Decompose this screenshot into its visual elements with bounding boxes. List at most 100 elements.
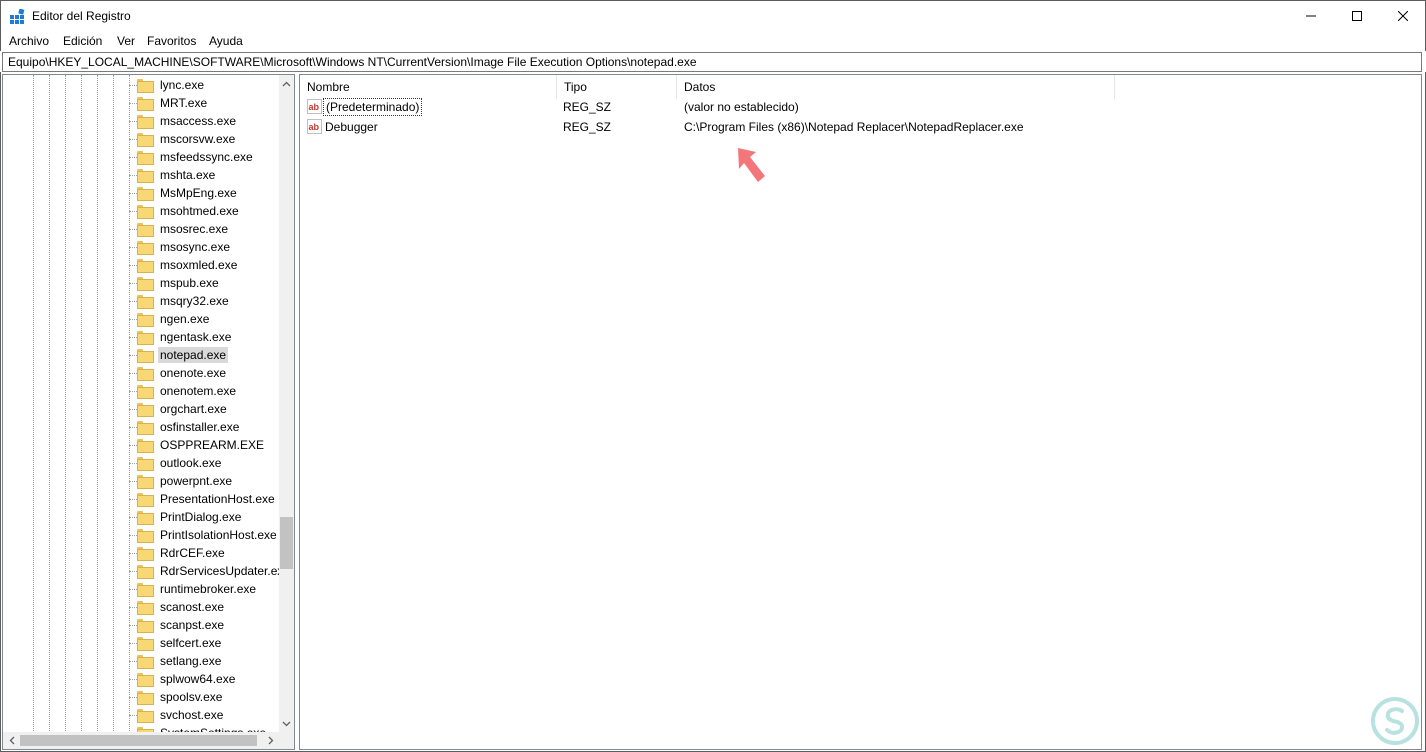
value-data: C:\Program Files (x86)\Notepad Replacer\…: [684, 120, 1024, 134]
table-row[interactable]: ab Debugger REG_SZ C:\Program Files (x86…: [300, 117, 1421, 137]
menu-ver[interactable]: Ver: [117, 34, 135, 48]
value-type: REG_SZ: [563, 120, 612, 134]
tree-item[interactable]: outlook.exe: [137, 454, 223, 472]
tree-item[interactable]: lync.exe: [137, 76, 206, 94]
menu-favoritos[interactable]: Favoritos: [147, 34, 196, 48]
tree-item[interactable]: PrintDialog.exe: [137, 508, 243, 526]
folder-icon: [137, 169, 154, 183]
close-button[interactable]: [1380, 1, 1426, 31]
folder-icon: [137, 475, 154, 489]
column-header-data[interactable]: Datos: [677, 75, 1115, 99]
tree-item-label: lync.exe: [160, 78, 205, 92]
folder-icon: [137, 223, 154, 237]
tree-horizontal-scrollbar[interactable]: [3, 732, 294, 749]
tree-item-label: MRT.exe: [160, 96, 208, 110]
regedit-icon: [10, 9, 25, 24]
tree-item-label: mshta.exe: [160, 168, 216, 182]
tree-item[interactable]: runtimebroker.exe: [137, 580, 258, 598]
address-bar[interactable]: Equipo\HKEY_LOCAL_MACHINE\SOFTWARE\Micro…: [2, 52, 1422, 72]
tree-connector: [129, 553, 137, 554]
tree-connector: [129, 679, 137, 680]
tree-guide-line: [33, 75, 34, 731]
tree-item[interactable]: MsMpEng.exe: [137, 184, 239, 202]
scroll-down-icon[interactable]: [279, 715, 294, 732]
tree-item[interactable]: msosync.exe: [137, 238, 232, 256]
tree-connector: [129, 103, 137, 104]
tree-item-label: msosync.exe: [160, 240, 231, 254]
tree-connector: [129, 427, 137, 428]
table-row[interactable]: ab (Predeterminado) REG_SZ (valor no est…: [300, 97, 1421, 117]
scroll-right-icon[interactable]: [262, 732, 279, 749]
tree-item[interactable]: msohtmed.exe: [137, 202, 241, 220]
tree-item[interactable]: spoolsv.exe: [137, 688, 224, 706]
folder-icon: [137, 79, 154, 93]
tree-item[interactable]: RdrServicesUpdater.exe: [137, 562, 292, 580]
tree-item[interactable]: msaccess.exe: [137, 112, 238, 130]
string-value-icon: ab: [307, 119, 322, 134]
annotation-arrow-icon: [738, 148, 765, 182]
tree-item[interactable]: osfinstaller.exe: [137, 418, 241, 436]
scroll-up-icon[interactable]: [279, 75, 294, 92]
scroll-left-icon[interactable]: [3, 732, 20, 749]
tree-item[interactable]: mshta.exe: [137, 166, 217, 184]
tree-item-label: PresentationHost.exe: [160, 492, 275, 506]
value-data: (valor no establecido): [684, 100, 799, 114]
values-list[interactable]: Nombre Tipo Datos ab (Predeterminado) RE…: [299, 74, 1422, 750]
tree-item[interactable]: ngentask.exe: [137, 328, 233, 346]
tree-connector: [129, 571, 137, 572]
scrollbar-thumb[interactable]: [20, 735, 257, 746]
tree-item[interactable]: MRT.exe: [137, 94, 209, 112]
tree-item[interactable]: OSPPREARM.EXE: [137, 436, 266, 454]
tree-item[interactable]: notepad.exe: [137, 346, 229, 364]
folder-icon: [137, 547, 154, 561]
value-name[interactable]: (Predeterminado): [323, 98, 423, 116]
watermark-logo-icon: [1371, 697, 1419, 745]
folder-icon: [137, 493, 154, 507]
tree-item[interactable]: svchost.exe: [137, 706, 225, 724]
tree-item-label: RdrCEF.exe: [160, 546, 225, 560]
maximize-button[interactable]: [1334, 1, 1380, 31]
tree-vertical-scrollbar[interactable]: [279, 75, 294, 732]
close-icon: [1398, 11, 1408, 21]
tree-item[interactable]: msosrec.exe: [137, 220, 230, 238]
tree-item[interactable]: orgchart.exe: [137, 400, 229, 418]
tree-item[interactable]: onenotem.exe: [137, 382, 238, 400]
tree-guide-line: [129, 75, 130, 731]
tree-item[interactable]: powerpnt.exe: [137, 472, 234, 490]
value-name[interactable]: Debugger: [325, 117, 378, 137]
tree-item[interactable]: RdrCEF.exe: [137, 544, 227, 562]
tree-item[interactable]: setlang.exe: [137, 652, 223, 670]
tree-item[interactable]: splwow64.exe: [137, 670, 237, 688]
minimize-button[interactable]: [1288, 1, 1334, 31]
tree-pane[interactable]: lync.exe MRT.exe msaccess.exe mscorsvw.exe m…: [2, 74, 295, 750]
tree-item[interactable]: msfeedssync.exe: [137, 148, 255, 166]
tree-item[interactable]: msoxmled.exe: [137, 256, 239, 274]
maximize-icon: [1352, 11, 1362, 21]
tree-item[interactable]: mscorsvw.exe: [137, 130, 237, 148]
tree-item[interactable]: selfcert.exe: [137, 634, 223, 652]
folder-icon: [137, 529, 154, 543]
tree-item[interactable]: onenote.exe: [137, 364, 228, 382]
folder-icon: [137, 403, 154, 417]
tree-item[interactable]: msqry32.exe: [137, 292, 231, 310]
menu-ayuda[interactable]: Ayuda: [209, 34, 243, 48]
tree-item[interactable]: PrintIsolationHost.exe: [137, 526, 279, 544]
menu-edicion[interactable]: Edición: [63, 34, 102, 48]
column-header-name[interactable]: Nombre: [300, 75, 557, 99]
tree-item-label: PrintIsolationHost.exe: [160, 528, 277, 542]
folder-icon: [137, 259, 154, 273]
folder-icon: [137, 421, 154, 435]
tree-item-label: mspub.exe: [160, 276, 219, 290]
tree-item[interactable]: mspub.exe: [137, 274, 221, 292]
tree-item[interactable]: PresentationHost.exe: [137, 490, 277, 508]
tree-connector: [129, 409, 137, 410]
tree-item-label: msqry32.exe: [160, 294, 229, 308]
tree-item[interactable]: scanpst.exe: [137, 616, 226, 634]
tree-connector: [129, 175, 137, 176]
menu-archivo[interactable]: Archivo: [9, 34, 49, 48]
tree-item[interactable]: ngen.exe: [137, 310, 211, 328]
column-header-type[interactable]: Tipo: [557, 75, 677, 99]
scrollbar-thumb[interactable]: [280, 517, 293, 569]
tree-item[interactable]: scanost.exe: [137, 598, 226, 616]
tree-connector: [129, 139, 137, 140]
